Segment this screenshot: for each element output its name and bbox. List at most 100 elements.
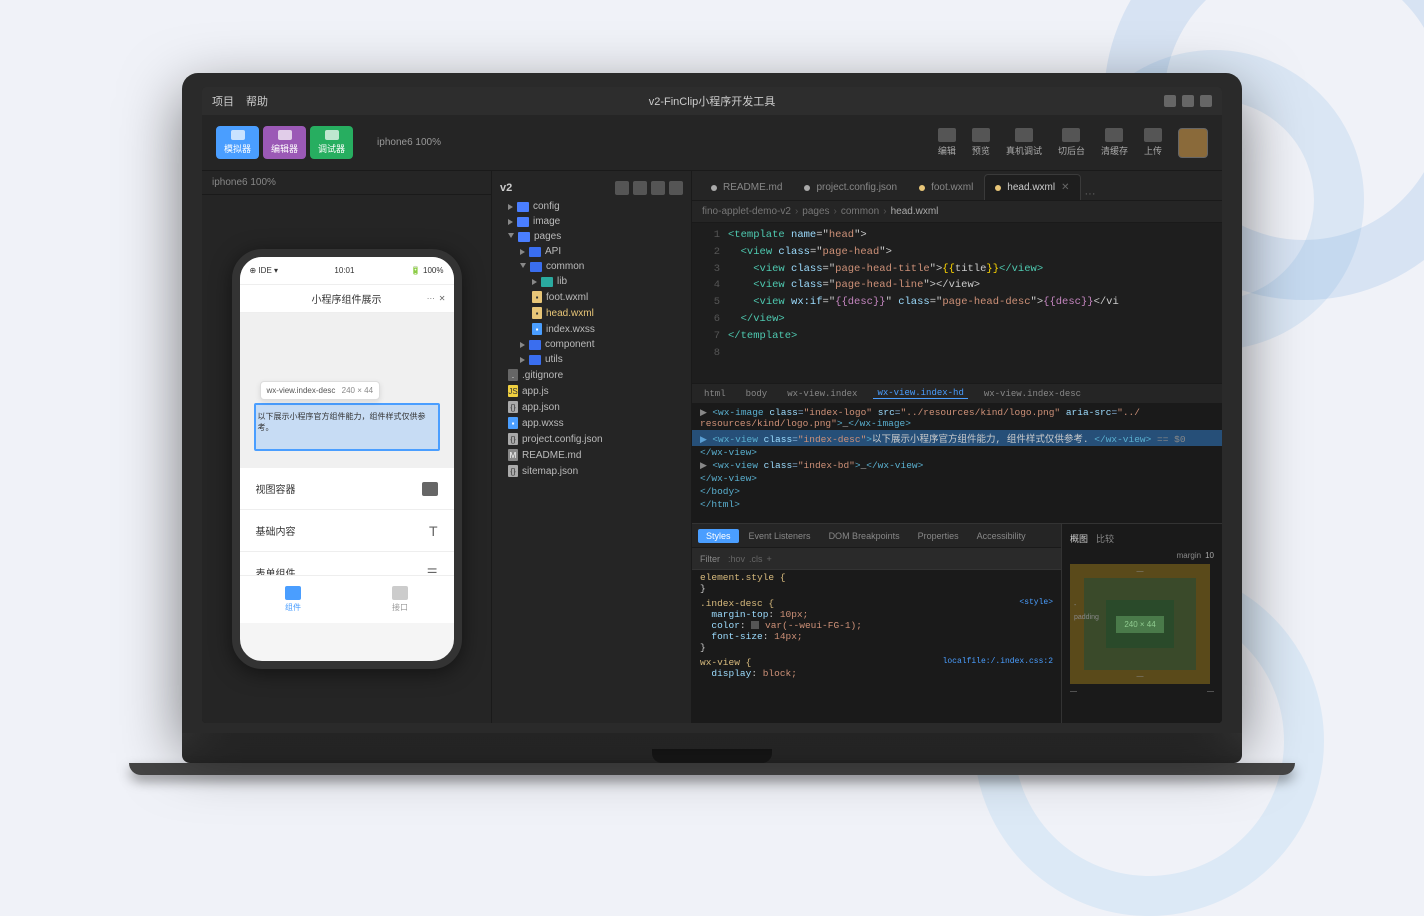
tree-folder-config[interactable]: config bbox=[492, 199, 691, 214]
inspector-tab-index-desc[interactable]: wx-view.index-desc bbox=[980, 389, 1085, 399]
menu-project[interactable]: 项目 bbox=[212, 93, 234, 109]
code-editor[interactable]: 1 <template name="head"> 2 <view class="… bbox=[692, 223, 1222, 383]
tree-folder-image[interactable]: image bbox=[492, 214, 691, 229]
tree-file-app-wxss[interactable]: ▪ app.wxss bbox=[492, 415, 691, 431]
css-hov-btn[interactable]: :hov bbox=[728, 554, 745, 564]
phone-tab-components[interactable]: 组件 bbox=[240, 576, 347, 623]
css-tab-properties[interactable]: Properties bbox=[910, 529, 967, 543]
inspector-tab-body[interactable]: body bbox=[742, 389, 772, 399]
phone-tab-api[interactable]: 接口 bbox=[347, 576, 454, 623]
minimize-button[interactable] bbox=[1164, 95, 1176, 107]
inspector-line-4[interactable]: ▶ <wx-view class="index-bd">_</wx-view> bbox=[692, 459, 1222, 472]
str-head: head bbox=[829, 229, 854, 241]
tab-close-head-wxml[interactable]: ✕ bbox=[1061, 182, 1069, 193]
action-edit[interactable]: 编辑 bbox=[938, 128, 956, 157]
inspector-tab-index[interactable]: wx-view.index bbox=[783, 389, 861, 399]
tag-view-4: <view bbox=[753, 279, 791, 291]
css-cls-btn[interactable]: .cls bbox=[749, 554, 763, 564]
tree-file-index-wxss[interactable]: ▪ index.wxss bbox=[492, 321, 691, 337]
action-preview[interactable]: 预览 bbox=[972, 128, 990, 157]
css-rule-close-1: } bbox=[700, 583, 706, 594]
phone-more-icon[interactable]: ··· bbox=[427, 294, 435, 303]
css-source-link[interactable]: localfile:/.index.css:2 bbox=[943, 657, 1053, 666]
inspector-tab-html[interactable]: html bbox=[700, 389, 730, 399]
inspector-line-1[interactable]: ▶ <wx-image class="index-logo" src="../r… bbox=[692, 406, 1222, 430]
css-val-margin-top: 10px; bbox=[780, 609, 809, 620]
line-content-1: <template name="head"> bbox=[728, 227, 1214, 244]
tree-file-foot-wxml[interactable]: ▪ foot.wxml bbox=[492, 289, 691, 305]
inspector-line-7[interactable]: </html> bbox=[692, 498, 1222, 511]
tab-more-button[interactable]: ··· bbox=[1085, 188, 1096, 200]
inspector-close-wx-view: </wx-view> bbox=[700, 473, 757, 484]
menu-help[interactable]: 帮助 bbox=[246, 93, 268, 109]
attr-wxif: wx:if bbox=[791, 296, 823, 308]
inspector-line-6[interactable]: </body> bbox=[692, 485, 1222, 498]
tree-file-gitignore[interactable]: . .gitignore bbox=[492, 367, 691, 383]
menu-item-label-1: 视图容器 bbox=[256, 481, 296, 496]
line-content-5: <view wx:if="{{desc}}" class="page-head-… bbox=[728, 294, 1214, 311]
new-folder-button[interactable] bbox=[633, 181, 647, 195]
tab-head-wxml[interactable]: head.wxml ✕ bbox=[984, 174, 1080, 200]
inspector-html-content: ▶ <wx-image class="index-logo" src="../r… bbox=[692, 404, 1222, 513]
user-avatar[interactable] bbox=[1178, 128, 1208, 158]
css-source-style[interactable]: <style> bbox=[1019, 598, 1053, 607]
action-background[interactable]: 切后台 bbox=[1058, 128, 1085, 157]
tree-folder-lib[interactable]: lib bbox=[492, 274, 691, 289]
mode-debug-button[interactable]: 调试器 bbox=[310, 126, 353, 159]
tree-folder-utils[interactable]: utils bbox=[492, 352, 691, 367]
phone-frame: ⊕ IDE ▾ 10:01 🔋 100% 小程序组件展示 ··· ✕ bbox=[232, 249, 462, 669]
css-tab-event-listeners[interactable]: Event Listeners bbox=[741, 529, 819, 543]
tree-file-sitemap[interactable]: {} sitemap.json bbox=[492, 463, 691, 479]
new-file-button[interactable] bbox=[615, 181, 629, 195]
attr-class-5: class bbox=[898, 296, 930, 308]
tab-readme[interactable]: README.md bbox=[700, 174, 793, 200]
css-tab-styles[interactable]: Styles bbox=[698, 529, 739, 543]
folder-pages-label: pages bbox=[534, 231, 561, 242]
inspector-line-3[interactable]: </wx-view> bbox=[692, 446, 1222, 459]
upload-icon bbox=[1144, 128, 1162, 142]
css-tab-dom-breakpoints[interactable]: DOM Breakpoints bbox=[821, 529, 908, 543]
inspector-attr-index-bd: class bbox=[764, 460, 793, 471]
tab-foot-wxml[interactable]: foot.wxml bbox=[908, 174, 984, 200]
action-clear-cache[interactable]: 清缓存 bbox=[1101, 128, 1128, 157]
action-real-debug[interactable]: 真机调试 bbox=[1006, 128, 1042, 157]
css-tab-accessibility[interactable]: Accessibility bbox=[969, 529, 1034, 543]
tree-file-app-js[interactable]: JS app.js bbox=[492, 383, 691, 399]
phone-close-icon[interactable]: ✕ bbox=[439, 294, 446, 303]
tree-file-readme[interactable]: M README.md bbox=[492, 447, 691, 463]
inspector-element-tabs: html body wx-view.index wx-view.index-hd… bbox=[692, 384, 1222, 404]
tab-icon-head-wxml bbox=[995, 185, 1001, 191]
tab-project-config[interactable]: project.config.json bbox=[793, 174, 908, 200]
refresh-button[interactable] bbox=[651, 181, 665, 195]
mode-group: 模拟器 编辑器 调试器 bbox=[216, 126, 353, 159]
phone-app-title: 小程序组件展示 ··· ✕ bbox=[240, 285, 454, 313]
bm-margin-box: 240 × 44 bbox=[1070, 564, 1210, 684]
margin-label: margin bbox=[1177, 551, 1201, 560]
line-num-4: 4 bbox=[700, 277, 720, 294]
phone-menu-item-2[interactable]: 基础内容 T bbox=[240, 510, 454, 552]
collapse-button[interactable] bbox=[669, 181, 683, 195]
tree-folder-component[interactable]: component bbox=[492, 337, 691, 352]
tree-folder-api[interactable]: API bbox=[492, 244, 691, 259]
str-page-head: page-head bbox=[823, 246, 880, 258]
menu-item-icon-2: T bbox=[429, 523, 438, 539]
inspector-val-src: "../resources/kind/logo.png" bbox=[901, 407, 1061, 418]
css-plus-btn[interactable]: + bbox=[767, 554, 772, 564]
mode-edit-button[interactable]: 编辑器 bbox=[263, 126, 306, 159]
inspector-line-5[interactable]: </wx-view> bbox=[692, 472, 1222, 485]
file-tree-header: v2 bbox=[492, 177, 691, 199]
tree-file-head-wxml[interactable]: ▪ head.wxml bbox=[492, 305, 691, 321]
mode-simulate-button[interactable]: 模拟器 bbox=[216, 126, 259, 159]
phone-menu-item-1[interactable]: 视图容器 bbox=[240, 468, 454, 510]
inspector-tab-index-hd[interactable]: wx-view.index-hd bbox=[873, 388, 967, 399]
close-button[interactable] bbox=[1200, 95, 1212, 107]
tree-file-project-config[interactable]: {} project.config.json bbox=[492, 431, 691, 447]
inspector-line-desc[interactable]: ▶ <wx-view class="index-desc">以下展示小程序官方组… bbox=[692, 430, 1222, 446]
action-upload[interactable]: 上传 bbox=[1144, 128, 1162, 157]
api-tab-icon bbox=[392, 586, 408, 600]
tree-folder-pages[interactable]: pages bbox=[492, 229, 691, 244]
tree-folder-common[interactable]: common bbox=[492, 259, 691, 274]
tree-file-app-json[interactable]: {} app.json bbox=[492, 399, 691, 415]
maximize-button[interactable] bbox=[1182, 95, 1194, 107]
bm-extra-right: — bbox=[1207, 688, 1214, 695]
